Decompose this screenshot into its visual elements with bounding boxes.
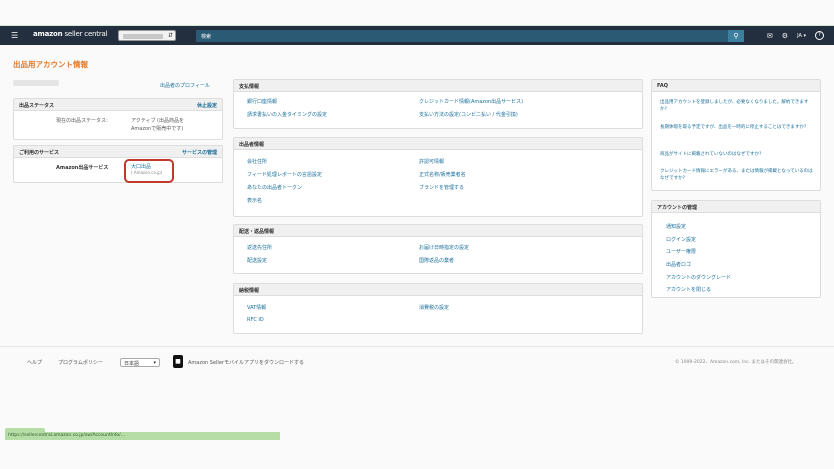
payment-info-heading: 支払情報 bbox=[234, 80, 642, 92]
account-management-heading: アカウントの管理 bbox=[652, 201, 820, 213]
search-box[interactable]: 検索 ⚲ bbox=[196, 30, 744, 42]
services-heading: ご利用のサービス サービスの管理 bbox=[14, 146, 222, 158]
mail-icon[interactable]: ✉ bbox=[767, 32, 773, 40]
payment-info-card: 支払情報 銀行口座情報 クレジットカード情報(Amazon出品サービス) 請求書… bbox=[233, 79, 643, 129]
legal-name-link[interactable]: 正式名称/販売業者名 bbox=[419, 171, 466, 178]
payment-method-link[interactable]: 支払い方法の設定(コンビニ払い / 代金引換) bbox=[419, 111, 518, 118]
marketplace-selector[interactable]: ⇵ bbox=[118, 30, 176, 41]
mobile-app-icon: ■ bbox=[173, 355, 183, 368]
footer: ヘルプ プログラムポリシー 日本語 ▾ ■ Amazon Sellerモバイルア… bbox=[0, 346, 834, 376]
search-placeholder: 検索 bbox=[201, 34, 212, 40]
seller-logo-link[interactable]: 出品者ロゴ bbox=[666, 261, 691, 268]
downgrade-account-link[interactable]: アカウントのダウングレード bbox=[666, 274, 731, 281]
faq-heading: FAQ bbox=[652, 80, 820, 92]
current-status-label: 現在の出品ステータス: bbox=[56, 118, 108, 124]
seller-info-card: 出品者情報 会社住所 許認可情報 フィード処理レポートの言語設定 正式名称/販売… bbox=[233, 137, 643, 217]
top-nav-bar: ☰ amazon seller central ⇵ 検索 ⚲ ✉ ⚙ JA ▾ … bbox=[0, 25, 834, 45]
consumption-tax-link[interactable]: 消費税の設定 bbox=[419, 304, 449, 311]
shipping-settings-link[interactable]: 配送設定 bbox=[247, 257, 267, 264]
seller-token-link[interactable]: あなたの出品者トークン bbox=[247, 184, 302, 191]
seller-info-heading: 出品者情報 bbox=[234, 138, 642, 150]
tax-info-card: 納税情報 VAT情報 消費税の設定 RFC ID bbox=[233, 283, 643, 334]
account-management-card: アカウントの管理 通知設定 ログイン設定 ユーザー権限 出品者ロゴ アカウントの… bbox=[651, 200, 821, 298]
seller-profile-link[interactable]: 出品者のプロフィール bbox=[160, 82, 210, 89]
listing-status-card: 出品ステータス 休止設定 現在の出品ステータス: アクティブ (出品商品を Am… bbox=[13, 98, 223, 140]
credit-card-link[interactable]: クレジットカード情報(Amazon出品サービス) bbox=[419, 98, 523, 105]
invoice-timing-link[interactable]: 請求書払いの入金タイミングの設定 bbox=[247, 111, 327, 118]
language-select[interactable]: 日本語 ▾ bbox=[120, 358, 160, 367]
permit-info-link[interactable]: 許認可情報 bbox=[419, 158, 444, 165]
faq-item-4[interactable]: クレジットカード情報にエラーがある、または情報が掲載となっているのはなぜですか? bbox=[660, 169, 815, 182]
tax-info-heading: 納税情報 bbox=[234, 284, 642, 296]
seller-name-blurred bbox=[13, 80, 59, 86]
app-download-link[interactable]: Amazon Sellerモバイルアプリをダウンロードする bbox=[188, 359, 304, 366]
user-permissions-link[interactable]: ユーザー権限 bbox=[666, 248, 696, 255]
program-policy-link[interactable]: プログラムポリシー bbox=[58, 359, 103, 366]
hamburger-icon[interactable]: ☰ bbox=[11, 32, 18, 40]
pause-settings-link[interactable]: 休止設定 bbox=[197, 102, 217, 109]
close-account-link[interactable]: アカウントを閉じる bbox=[666, 286, 711, 293]
listing-status-heading: 出品ステータス 休止設定 bbox=[14, 99, 222, 111]
statusbar-url: https://sellercentral.amazon.co.jp/sw/Ac… bbox=[5, 432, 280, 440]
language-selector[interactable]: JA ▾ bbox=[797, 33, 806, 39]
page-title: 出品用アカウント情報 bbox=[13, 60, 88, 69]
faq-item-1[interactable]: 出品用アカウントを登録しましたが、必要なくなりました。解約できますか? bbox=[660, 100, 815, 113]
rfc-id-link[interactable]: RFC ID bbox=[247, 317, 264, 323]
shipping-returns-card: 配送・返品情報 返送先住所 お届け日時指定の設定 配送設定 国際返品の業者 bbox=[233, 224, 643, 274]
highlight-annotation-circle bbox=[124, 159, 174, 183]
marketplace-name-blurred bbox=[123, 34, 163, 39]
manage-services-link[interactable]: サービスの管理 bbox=[182, 149, 217, 156]
help-icon[interactable]: ? bbox=[815, 31, 824, 40]
shipping-returns-heading: 配送・返品情報 bbox=[234, 225, 642, 237]
amazon-seller-central-logo[interactable]: amazon seller central bbox=[33, 30, 108, 38]
delivery-date-link[interactable]: お届け日時指定の設定 bbox=[419, 244, 469, 251]
help-link[interactable]: ヘルプ bbox=[27, 359, 42, 366]
vat-info-link[interactable]: VAT情報 bbox=[247, 304, 266, 311]
display-name-link[interactable]: 表示名 bbox=[247, 197, 262, 204]
search-icon[interactable]: ⚲ bbox=[728, 30, 744, 42]
current-status-value: アクティブ (出品商品を bbox=[131, 118, 184, 124]
faq-item-2[interactable]: 長期休暇を取る予定ですが、出品を一時的に停止することはできますか? bbox=[660, 125, 815, 132]
services-card: ご利用のサービス サービスの管理 Amazon出品サービス 大口出品 (.Ama… bbox=[13, 145, 223, 183]
login-settings-link[interactable]: ログイン設定 bbox=[666, 236, 696, 243]
gear-icon[interactable]: ⚙ bbox=[782, 32, 788, 40]
faq-card: FAQ 出品用アカウントを登録しましたが、必要なくなりました。解約できますか? … bbox=[651, 79, 821, 191]
top-right-icons: ✉ ⚙ JA ▾ ? bbox=[767, 31, 824, 40]
return-address-link[interactable]: 返送先住所 bbox=[247, 244, 272, 251]
international-returns-link[interactable]: 国際返品の業者 bbox=[419, 257, 454, 264]
bank-account-link[interactable]: 銀行口座情報 bbox=[247, 98, 277, 105]
updown-arrow-icon: ⇵ bbox=[167, 32, 173, 39]
amazon-selling-service-label: Amazon出品サービス bbox=[56, 165, 109, 171]
feed-language-link[interactable]: フィード処理レポートの言語設定 bbox=[247, 171, 322, 178]
company-address-link[interactable]: 会社住所 bbox=[247, 158, 267, 165]
manage-brand-link[interactable]: ブランドを管理する bbox=[419, 184, 464, 191]
current-status-value-2: Amazonで販売中です) bbox=[131, 126, 184, 132]
chevron-down-icon: ▾ bbox=[153, 360, 156, 366]
faq-item-3[interactable]: 商品がサイトに掲載されていないのはなぜですか? bbox=[660, 152, 815, 159]
notification-settings-link[interactable]: 通知設定 bbox=[666, 223, 686, 230]
copyright-text: © 1999-2022、Amazon.com, Inc. またはその関連会社。 bbox=[675, 360, 797, 365]
